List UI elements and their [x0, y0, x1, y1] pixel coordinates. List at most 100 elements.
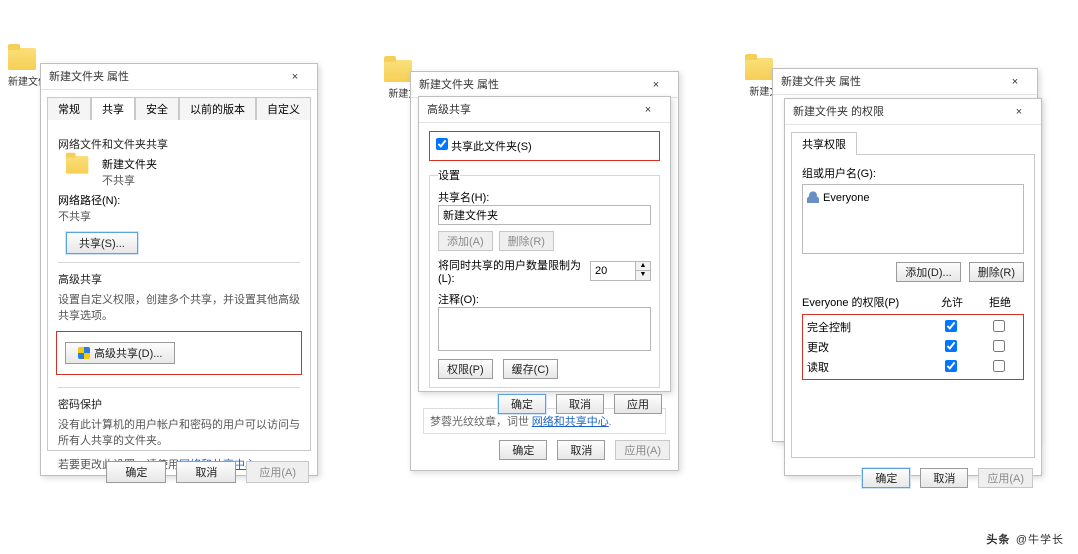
close-button[interactable]: × [1005, 99, 1033, 125]
watermark-head: 头条 [986, 534, 1010, 546]
tab-strip: 常规 共享 安全 以前的版本 自定义 [47, 96, 317, 119]
titlebar[interactable]: 新建文件夹 的权限 × [785, 99, 1041, 125]
spin-down[interactable]: ▼ [636, 271, 650, 280]
share-button[interactable]: 共享(S)... [66, 232, 138, 254]
titlebar[interactable]: 高级共享 × [419, 97, 670, 123]
tab-previous-versions[interactable]: 以前的版本 [179, 97, 256, 120]
add-button[interactable]: 添加(D)... [896, 262, 960, 282]
user-limit-spinner[interactable]: ▲▼ [590, 261, 651, 281]
window-title: 高级共享 [427, 97, 471, 123]
section-advanced-sharing-header: 高级共享 [58, 271, 300, 287]
add-button[interactable]: 添加(A) [438, 231, 493, 251]
deny-checkbox[interactable] [993, 340, 1005, 352]
allow-checkbox[interactable] [945, 340, 957, 352]
permissions-dialog: 新建文件夹 的权限 × 共享权限 组或用户名(G): Everyone 添加(D… [784, 98, 1042, 476]
allow-checkbox[interactable] [945, 360, 957, 372]
tab-sharing[interactable]: 共享 [91, 97, 135, 120]
shield-icon [78, 347, 90, 359]
settings-legend: 设置 [438, 167, 460, 183]
folder-icon [8, 48, 36, 70]
apply-button[interactable]: 应用(A) [246, 461, 309, 483]
permission-name: 完全控制 [803, 319, 927, 335]
window-title: 新建文件夹 属性 [781, 69, 861, 95]
users-listbox[interactable]: Everyone [802, 184, 1024, 254]
dialog-buttons: 确定 取消 应用(A) [785, 458, 1041, 498]
spin-up[interactable]: ▲ [636, 262, 650, 271]
tab-share-permissions[interactable]: 共享权限 [791, 132, 857, 155]
permissions-for-label: Everyone 的权限(P) [802, 294, 928, 310]
tab-security[interactable]: 安全 [135, 97, 179, 120]
window-title: 新建文件夹 属性 [49, 64, 129, 90]
folder-icon [384, 60, 412, 82]
allow-checkbox[interactable] [945, 320, 957, 332]
folder-icon [66, 156, 88, 174]
sharename-input[interactable] [438, 205, 651, 225]
caching-button[interactable]: 缓存(C) [503, 359, 558, 379]
comment-input[interactable] [438, 307, 651, 351]
network-path-label: 网络路径(N): [58, 192, 300, 208]
close-button[interactable]: × [281, 64, 309, 90]
watermark-name: 牛学长 [1028, 534, 1064, 546]
titlebar[interactable]: 新建文件夹 属性 × [773, 69, 1037, 95]
permission-row: 更改 [803, 337, 1023, 357]
user-icon [807, 191, 819, 203]
close-button[interactable]: × [642, 72, 670, 98]
share-this-folder-checkbox[interactable]: 共享此文件夹(S) [436, 141, 532, 153]
dialog-buttons: 确定 取消 应用(A) [491, 430, 678, 470]
advanced-sharing-desc: 设置自定义权限，创建多个共享，并设置其他高级共享选项。 [58, 291, 300, 323]
comment-label: 注释(O): [438, 291, 651, 307]
close-button[interactable]: × [634, 97, 662, 123]
user-row[interactable]: Everyone [807, 189, 1019, 204]
tab-panel: 组或用户名(G): Everyone 添加(D)... 删除(R) Everyo… [791, 154, 1035, 458]
tab-panel: 网络文件和文件夹共享 新建文件夹 不共享 网络路径(N): 不共享 共享(S).… [47, 119, 311, 451]
allow-column-header: 允许 [928, 294, 976, 310]
network-path-value: 不共享 [58, 208, 300, 224]
cancel-button[interactable]: 取消 [920, 468, 968, 488]
permission-row: 读取 [803, 357, 1023, 377]
ok-button[interactable]: 确定 [498, 394, 546, 414]
permissions-button[interactable]: 权限(P) [438, 359, 493, 379]
deny-checkbox[interactable] [993, 360, 1005, 372]
properties-dialog: 新建文件夹 属性 × 常规 共享 安全 以前的版本 自定义 网络文件和文件夹共享… [40, 63, 318, 476]
sharename-label: 共享名(H): [438, 189, 651, 205]
remove-button[interactable]: 删除(R) [969, 262, 1024, 282]
advanced-sharing-button-label: 高级共享(D)... [94, 348, 162, 360]
titlebar[interactable]: 新建文件夹 属性 × [411, 72, 678, 98]
watermark-at: @ [1016, 534, 1028, 546]
permission-name: 更改 [803, 339, 927, 355]
permission-name: 读取 [803, 359, 927, 375]
ok-button[interactable]: 确定 [106, 461, 166, 483]
tab-customize[interactable]: 自定义 [256, 97, 311, 120]
cancel-button[interactable]: 取消 [557, 440, 605, 460]
tab-general[interactable]: 常规 [47, 97, 91, 120]
share-object-name: 新建文件夹 [102, 156, 157, 172]
section-network-sharing-header: 网络文件和文件夹共享 [58, 136, 300, 152]
ok-button[interactable]: 确定 [862, 468, 910, 488]
cancel-button[interactable]: 取消 [556, 394, 604, 414]
advanced-sharing-button[interactable]: 高级共享(D)... [65, 342, 175, 364]
ok-button[interactable]: 确定 [499, 440, 547, 460]
folder-icon [745, 58, 773, 80]
apply-button[interactable]: 应用 [614, 394, 662, 414]
watermark: 头条 @牛学长 [986, 527, 1064, 548]
share-this-folder-input[interactable] [436, 138, 448, 150]
advanced-sharing-dialog: 高级共享 × 共享此文件夹(S) 设置 共享名(H): 添加(A) 删除(R) … [418, 96, 671, 392]
close-button[interactable]: × [1001, 69, 1029, 95]
group-users-label: 组或用户名(G): [802, 165, 1024, 181]
window-title: 新建文件夹 属性 [419, 72, 499, 98]
password-line1: 没有此计算机的用户帐户和密码的用户可以访问与所有人共享的文件夹。 [58, 416, 300, 448]
checkbox-label: 共享此文件夹(S) [451, 141, 532, 153]
user-limit-label: 将同时共享的用户数量限制为(L): [438, 257, 584, 285]
share-status: 不共享 [102, 172, 157, 188]
user-name: Everyone [823, 192, 869, 204]
cancel-button[interactable]: 取消 [176, 461, 236, 483]
titlebar[interactable]: 新建文件夹 属性 × [41, 64, 317, 90]
deny-checkbox[interactable] [993, 320, 1005, 332]
user-limit-input[interactable] [590, 261, 636, 281]
deny-column-header: 拒绝 [976, 294, 1024, 310]
permission-row: 完全控制 [803, 317, 1023, 337]
apply-button[interactable]: 应用(A) [615, 440, 670, 460]
apply-button[interactable]: 应用(A) [978, 468, 1033, 488]
window-title: 新建文件夹 的权限 [793, 99, 884, 125]
remove-button[interactable]: 删除(R) [499, 231, 554, 251]
